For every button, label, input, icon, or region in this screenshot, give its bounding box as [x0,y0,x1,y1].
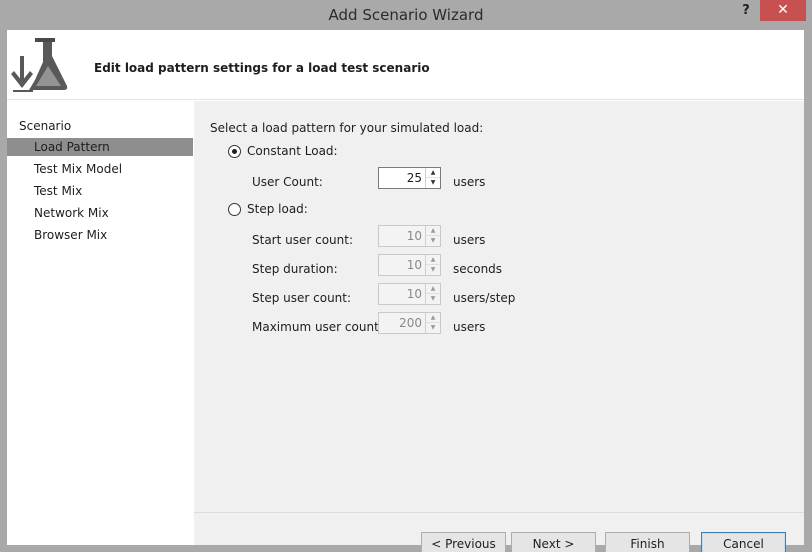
wizard-window: Add Scenario Wizard ? ✕ Edit load patter… [0,0,812,552]
step-duration-unit: seconds [453,262,503,276]
help-button[interactable]: ? [734,2,758,22]
wizard-step-heading: Edit load pattern settings for a load te… [94,61,430,75]
step-duration-label: Step duration: [252,262,338,276]
maximum-user-count-unit: users [453,320,486,334]
load-pattern-prompt: Select a load pattern for your simulated… [210,121,484,135]
step-load-label[interactable]: Step load: [247,202,308,216]
spin-up-icon[interactable]: ▲ [426,168,440,178]
spin-down-icon[interactable]: ▼ [426,323,440,333]
load-test-flask-icon [11,38,68,92]
maximum-user-count-label: Maximum user count: [252,320,383,334]
nav-item-network-mix[interactable]: Network Mix [7,204,193,222]
maximum-user-count-input[interactable] [379,313,425,333]
maximum-user-count-stepper[interactable]: ▲ ▼ [378,312,441,334]
nav-item-browser-mix[interactable]: Browser Mix [7,226,193,244]
step-duration-stepper[interactable]: ▲ ▼ [378,254,441,276]
constant-load-label[interactable]: Constant Load: [247,144,338,158]
window-title: Add Scenario Wizard [328,6,484,24]
spin-down-icon[interactable]: ▼ [426,178,440,188]
wizard-body: Edit load pattern settings for a load te… [7,30,804,552]
maximum-user-count-spin-buttons: ▲ ▼ [425,313,440,333]
start-user-count-spin-buttons: ▲ ▼ [425,226,440,246]
start-user-count-label: Start user count: [252,233,354,247]
user-count-stepper[interactable]: ▲ ▼ [378,167,441,189]
start-user-count-unit: users [453,233,486,247]
cancel-button[interactable]: Cancel [701,532,786,552]
nav-item-load-pattern[interactable]: Load Pattern [7,138,193,156]
step-user-count-unit: users/step [453,291,516,305]
title-bar: Add Scenario Wizard ? ✕ [0,0,812,30]
spin-up-icon[interactable]: ▲ [426,313,440,323]
footer-divider [194,512,804,513]
nav-root-scenario[interactable]: Scenario [19,119,71,133]
start-user-count-input[interactable] [379,226,425,246]
step-duration-spin-buttons: ▲ ▼ [425,255,440,275]
user-count-spin-buttons: ▲ ▼ [425,168,440,188]
spin-down-icon[interactable]: ▼ [426,294,440,304]
radio-selected-dot [232,149,237,154]
spin-down-icon[interactable]: ▼ [426,265,440,275]
finish-button[interactable]: Finish [605,532,690,552]
step-load-radio[interactable] [228,203,241,216]
spin-up-icon[interactable]: ▲ [426,226,440,236]
spin-up-icon[interactable]: ▲ [426,255,440,265]
spin-up-icon[interactable]: ▲ [426,284,440,294]
wizard-header: Edit load pattern settings for a load te… [7,30,804,100]
user-count-input[interactable] [379,168,425,188]
previous-button[interactable]: < Previous [421,532,506,552]
nav-item-test-mix[interactable]: Test Mix [7,182,193,200]
wizard-navigation: Scenario Load Pattern Test Mix Model Tes… [7,101,194,545]
user-count-label: User Count: [252,175,323,189]
next-button[interactable]: Next > [511,532,596,552]
close-button[interactable]: ✕ [760,0,806,21]
step-duration-input[interactable] [379,255,425,275]
constant-load-radio[interactable] [228,145,241,158]
user-count-unit: users [453,175,486,189]
start-user-count-stepper[interactable]: ▲ ▼ [378,225,441,247]
step-user-count-label: Step user count: [252,291,352,305]
spin-down-icon[interactable]: ▼ [426,236,440,246]
nav-item-test-mix-model[interactable]: Test Mix Model [7,160,193,178]
load-pattern-panel: Select a load pattern for your simulated… [194,101,804,552]
step-user-count-input[interactable] [379,284,425,304]
step-user-count-stepper[interactable]: ▲ ▼ [378,283,441,305]
step-user-count-spin-buttons: ▲ ▼ [425,284,440,304]
